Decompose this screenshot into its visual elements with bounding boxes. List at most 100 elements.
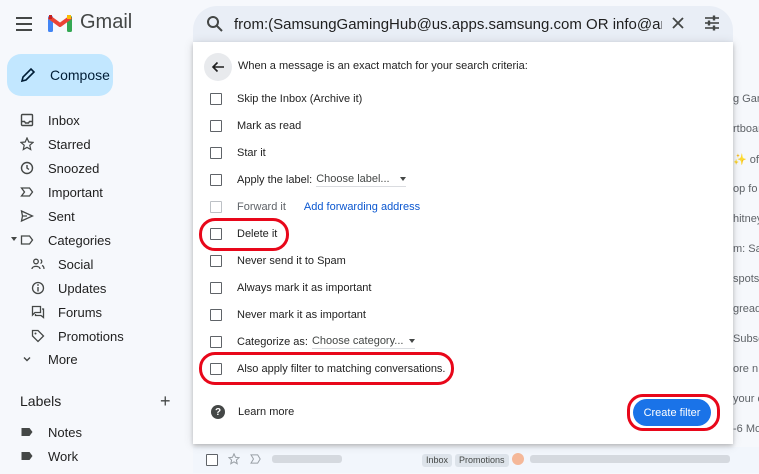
info-icon [31, 281, 45, 295]
sidebar-item-snoozed[interactable]: Snoozed [0, 156, 190, 180]
option-label: Categorize as: [237, 336, 308, 348]
sidebar-item-social[interactable]: Social [0, 252, 190, 276]
option-mark-read[interactable]: Mark as read [210, 117, 301, 135]
option-label: Never send it to Spam [237, 255, 346, 267]
sidebar-item-label: Categories [48, 232, 111, 248]
inbox-icon [20, 113, 34, 127]
sidebar-item-label: More [48, 351, 78, 367]
highlight-annotation [199, 218, 289, 251]
sidebar-item-categories[interactable]: Categories [0, 228, 190, 252]
gmail-m-icon [48, 14, 72, 32]
important-icon[interactable] [250, 454, 262, 464]
sidebar-item-promotions[interactable]: Promotions [0, 324, 190, 348]
dropdown-caret-icon [399, 177, 406, 181]
option-never-important[interactable]: Never mark it as important [210, 306, 366, 324]
help-icon[interactable]: ? [211, 405, 225, 419]
sidebar-item-label: Work [48, 448, 79, 464]
category-select[interactable]: Choose category... [311, 335, 416, 349]
label-select[interactable]: Choose label... [316, 173, 406, 187]
sidebar-label-notes[interactable]: Notes [0, 420, 190, 444]
forum-icon [31, 305, 45, 319]
highlight-annotation [199, 352, 454, 385]
learn-more-link[interactable]: Learn more [238, 406, 294, 418]
main-menu-button[interactable] [12, 12, 36, 36]
sidebar-item-label: Notes [48, 424, 82, 440]
compose-label: Compose [50, 67, 110, 83]
sidebar-item-label: Social [58, 256, 94, 272]
inbox-chip: Inbox [422, 454, 453, 467]
important-icon [20, 187, 34, 197]
option-categorize[interactable]: Categorize as: Choose category... [210, 333, 416, 351]
search-options-icon[interactable] [703, 14, 721, 32]
add-forwarding-address-link[interactable]: Add forwarding address [304, 201, 420, 213]
sidebar-item-forums[interactable]: Forums [0, 300, 190, 324]
never-important-checkbox[interactable] [210, 309, 222, 321]
option-apply-label[interactable]: Apply the label: Choose label... [210, 171, 406, 189]
message-snippet[interactable]: spots [733, 273, 759, 285]
categorize-checkbox[interactable] [210, 336, 222, 348]
highlight-annotation [627, 394, 720, 431]
back-button[interactable] [204, 53, 232, 81]
category-select-value: Choose category... [311, 335, 404, 347]
labels-heading: Labels [20, 393, 62, 409]
message-snippet[interactable]: your c [733, 393, 759, 405]
option-label: Skip the Inbox (Archive it) [237, 93, 363, 105]
row-checkbox[interactable] [206, 454, 218, 466]
logo-text: Gmail [80, 11, 133, 33]
option-never-spam[interactable]: Never send it to Spam [210, 252, 346, 270]
message-snippet[interactable]: -6 Mo [733, 423, 759, 435]
option-label: Always mark it as important [237, 282, 372, 294]
send-icon [20, 209, 34, 223]
star-icon[interactable] [228, 453, 240, 465]
clear-search-icon[interactable] [670, 15, 686, 31]
message-snippet[interactable]: gread [733, 303, 759, 315]
clock-icon [20, 161, 34, 175]
sidebar-item-sent[interactable]: Sent [0, 204, 190, 228]
message-snippet[interactable]: Subscri [733, 333, 759, 345]
star-it-checkbox[interactable] [210, 147, 222, 159]
sidebar-item-inbox[interactable]: Inbox [0, 108, 190, 132]
caret-down-icon[interactable] [11, 237, 17, 241]
search-icon[interactable] [206, 15, 224, 33]
label-icon [21, 452, 33, 460]
gmail-logo[interactable]: Gmail [48, 11, 132, 34]
tag-icon [31, 329, 45, 343]
always-important-checkbox[interactable] [210, 282, 222, 294]
sidebar-item-label: Sent [48, 208, 75, 224]
search-input[interactable] [234, 11, 662, 37]
forward-checkbox[interactable] [210, 201, 222, 213]
sidebar-item-label: Promotions [58, 328, 124, 344]
option-skip-inbox[interactable]: Skip the Inbox (Archive it) [210, 90, 362, 108]
sidebar-label-work[interactable]: Work [0, 444, 190, 468]
star-icon [20, 137, 34, 151]
message-snippet[interactable]: m: Sa [733, 243, 759, 255]
message-snippet[interactable]: ✨ of [733, 153, 759, 166]
option-label: Never mark it as important [237, 309, 366, 321]
option-always-important[interactable]: Always mark it as important [210, 279, 371, 297]
option-label: Forward it [237, 201, 286, 213]
sidebar-item-updates[interactable]: Updates [0, 276, 190, 300]
message-snippet[interactable]: g Gam [733, 93, 759, 105]
message-snippet[interactable]: op fo [733, 183, 759, 195]
message-snippet[interactable]: hitney [733, 213, 759, 225]
dropdown-caret-icon [409, 339, 416, 343]
compose-button[interactable]: Compose [7, 54, 113, 96]
add-label-icon[interactable]: + [160, 392, 171, 410]
option-star[interactable]: Star it [210, 144, 266, 162]
skip-inbox-checkbox[interactable] [210, 93, 222, 105]
message-snippet[interactable]: rtboar [733, 123, 759, 135]
option-label: Mark as read [237, 120, 302, 132]
sidebar-item-label: Starred [48, 136, 91, 152]
sidebar-item-starred[interactable]: Starred [0, 132, 190, 156]
option-label: Star it [237, 147, 266, 159]
never-spam-checkbox[interactable] [210, 255, 222, 267]
sidebar-item-important[interactable]: Important [0, 180, 190, 204]
sidebar-item-more[interactable]: More [0, 347, 190, 371]
option-label: Apply the label: [237, 174, 313, 186]
message-snippet[interactable]: ore n [733, 363, 759, 375]
mark-read-checkbox[interactable] [210, 120, 222, 132]
sidebar-item-label: Snoozed [48, 160, 100, 176]
apply-label-checkbox[interactable] [210, 174, 222, 186]
option-forward[interactable]: Forward it Add forwarding address [210, 198, 420, 216]
sidebar-item-label: Inbox [48, 112, 80, 128]
